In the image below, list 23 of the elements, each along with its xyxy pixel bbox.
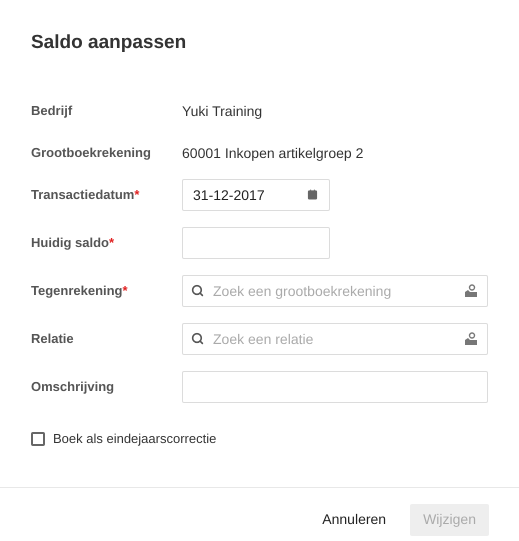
checkbox[interactable] <box>31 432 45 446</box>
date-field[interactable]: 31-12-2017 <box>182 179 330 211</box>
dialog-title: Saldo aanpassen <box>31 32 188 54</box>
field-label: Tegenrekening* <box>31 282 128 300</box>
input-field[interactable] <box>182 371 488 403</box>
cancel-button[interactable]: Annuleren <box>320 504 388 536</box>
calendar-icon <box>307 189 318 200</box>
field-label: Omschrijving <box>31 378 114 396</box>
person-search-icon <box>464 332 478 345</box>
field-value: 60001 Inkopen artikelgroep 2 <box>182 144 364 163</box>
search-icon <box>191 284 204 297</box>
checkbox-label: Boek als eindejaarscorrectie <box>53 430 216 448</box>
person-search-icon <box>464 284 478 297</box>
field-label: Transactiedatum* <box>31 186 140 204</box>
field-value: Yuki Training <box>182 102 262 121</box>
search-field[interactable]: Zoek een grootboekrekening <box>182 275 488 307</box>
field-label: Grootboekrekening <box>31 144 151 162</box>
field-label: Bedrijf <box>31 102 72 120</box>
field-label: Relatie <box>31 330 74 348</box>
search-field[interactable]: Zoek een relatie <box>182 323 488 355</box>
field-label: Huidig saldo* <box>31 234 114 252</box>
search-icon <box>191 332 204 345</box>
input-field[interactable] <box>182 227 330 259</box>
